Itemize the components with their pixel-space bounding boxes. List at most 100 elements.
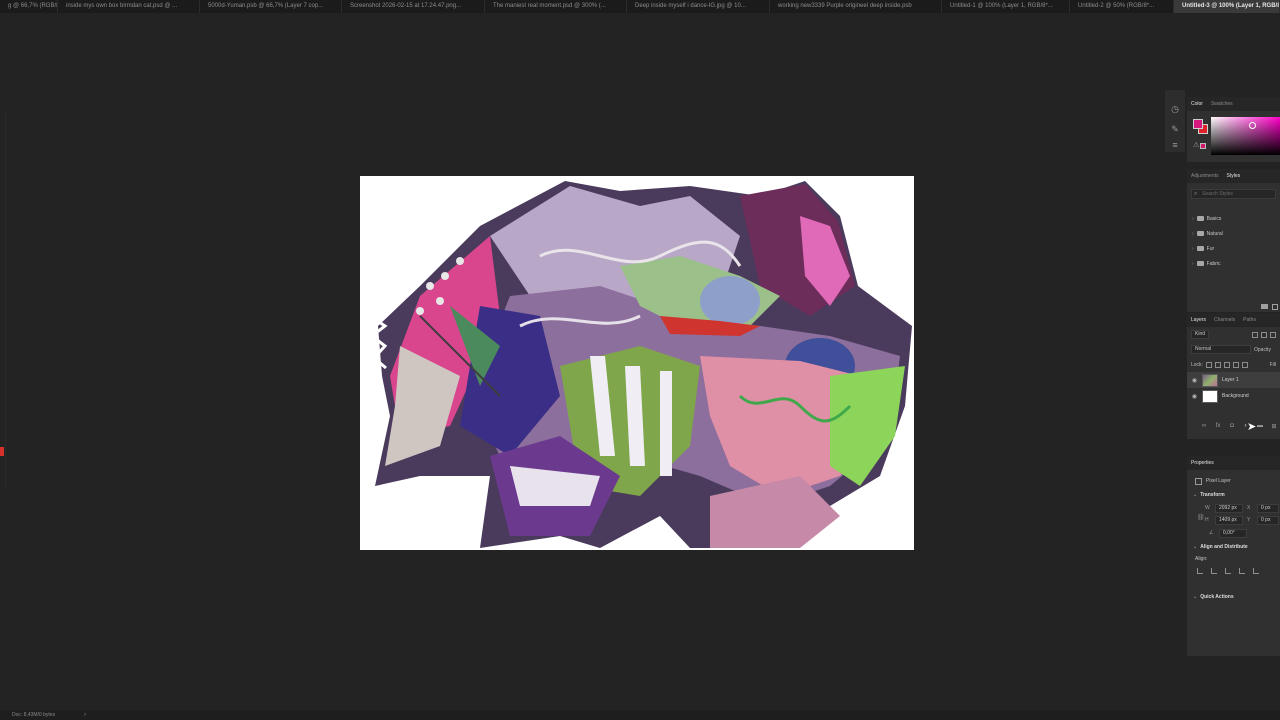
filter-adjustment-icon[interactable]: [1261, 331, 1267, 338]
styles-panel: Adjustments Styles ⌕ Search Styles › Bas…: [1187, 169, 1280, 312]
layer-thumbnail: [1202, 389, 1218, 403]
new-style-button[interactable]: [1272, 304, 1278, 310]
doc-tab[interactable]: working new3339 Purple origineel deep in…: [770, 0, 942, 13]
styles-search-input[interactable]: ⌕ Search Styles: [1191, 189, 1276, 199]
color-picker-handle[interactable]: [1249, 122, 1256, 129]
folder-label: Fur: [1206, 245, 1215, 252]
styles-panel-tabs: Adjustments Styles: [1187, 169, 1280, 183]
angle-field[interactable]: 0,00°: [1219, 528, 1247, 538]
doc-tab[interactable]: The maniest real moment.psd @ 300% (...: [485, 0, 627, 13]
chevron-right-icon[interactable]: ›: [1192, 216, 1194, 222]
tab-layers[interactable]: Layers: [1191, 317, 1206, 323]
angle-icon: ∠: [1209, 530, 1214, 536]
align-section-header[interactable]: ⌄ Align and Distribute: [1187, 540, 1280, 554]
y-label: Y: [1247, 517, 1251, 523]
align-right-icon[interactable]: [1225, 568, 1231, 574]
new-style-group-button[interactable]: [1261, 304, 1268, 309]
blend-mode-select[interactable]: Normal: [1191, 345, 1251, 354]
doc-tab[interactable]: Screenshot 2026-02-15 at 17.24.47.png...: [342, 0, 485, 13]
link-dimensions-icon[interactable]: ⛓: [1197, 514, 1205, 521]
folder-icon: [1196, 231, 1204, 236]
transform-section-header[interactable]: ⌄ Transform: [1187, 488, 1280, 502]
align-label-row: Align:: [1187, 554, 1280, 564]
folder-label: Natural: [1206, 230, 1223, 237]
status-menu-chevron-icon[interactable]: ›: [84, 710, 86, 720]
doc-tab-active[interactable]: Untitled-3 @ 100% (Layer 1, RGB/8: [1174, 0, 1280, 13]
style-folder-fur[interactable]: › Fur: [1187, 241, 1280, 256]
style-folder-natural[interactable]: › Natural: [1187, 226, 1280, 241]
doc-tab[interactable]: inside mys own box birmdan cat.psd @ ...: [58, 0, 200, 13]
lock-artboard-icon[interactable]: [1232, 361, 1239, 368]
foreground-color-swatch[interactable]: [1193, 119, 1203, 129]
doc-tab[interactable]: Untitled-2 @ 50% (RGB/8*...: [1070, 0, 1174, 13]
layer-filter-row: Kind: [1187, 327, 1280, 342]
align-left-icon[interactable]: [1197, 568, 1203, 574]
width-row: W 2092 px X 0 px: [1187, 502, 1280, 514]
align-buttons: [1187, 564, 1280, 578]
color-picker-field[interactable]: [1211, 117, 1280, 155]
tab-color[interactable]: Color: [1191, 101, 1203, 107]
lock-transparency-icon[interactable]: [1205, 361, 1212, 368]
doc-tab[interactable]: 5000d-Yuman.psb @ 66,7% (Layer 7 cop...: [200, 0, 342, 13]
align-center-icon[interactable]: [1211, 568, 1217, 574]
search-placeholder: Search Styles: [1202, 191, 1233, 197]
layer-name[interactable]: Layer 1: [1222, 377, 1239, 383]
x-label: X: [1247, 505, 1251, 511]
quick-actions-header[interactable]: ⌄ Quick Actions: [1187, 590, 1280, 604]
link-layers-icon[interactable]: ∞: [1200, 423, 1208, 433]
layer-row-layer-1[interactable]: ◉ Layer 1: [1187, 372, 1280, 388]
tab-adjustments[interactable]: Adjustments: [1191, 173, 1219, 179]
doc-tab[interactable]: Deep inside myself i dance-IG.jpg @ 10..…: [627, 0, 770, 13]
lock-all-icon[interactable]: [1241, 361, 1248, 368]
align-top-icon[interactable]: [1239, 568, 1245, 574]
mouse-cursor-icon: ➤: [1247, 421, 1257, 433]
x-field[interactable]: 0 px: [1257, 503, 1279, 513]
tab-styles[interactable]: Styles: [1227, 173, 1241, 179]
chevron-right-icon[interactable]: ›: [1192, 246, 1194, 252]
tab-properties[interactable]: Properties: [1191, 460, 1214, 466]
layers-panel: Layers Channels Paths Kind Normal Opacit…: [1187, 313, 1280, 439]
height-field[interactable]: 1409 px: [1215, 515, 1243, 525]
chevron-right-icon[interactable]: ›: [1192, 261, 1194, 267]
style-folder-basics[interactable]: › Basics: [1187, 211, 1280, 226]
layer-name[interactable]: Background: [1222, 393, 1249, 399]
new-group-icon[interactable]: ▬: [1256, 423, 1264, 433]
y-field[interactable]: 0 px: [1257, 515, 1279, 525]
tab-swatches[interactable]: Swatches: [1211, 101, 1233, 107]
filter-pixel-icon[interactable]: [1252, 331, 1258, 338]
history-icon[interactable]: ◷: [1170, 104, 1180, 114]
angle-row: ∠ 0,00°: [1187, 526, 1280, 540]
lock-position-icon[interactable]: [1223, 361, 1230, 368]
chevron-down-icon[interactable]: ⌄: [1193, 492, 1197, 498]
adjust-icon[interactable]: ≡: [1170, 140, 1180, 150]
doc-size-info[interactable]: Doc: 8,43M/0 bytes: [12, 712, 55, 718]
align-title: Align and Distribute: [1200, 544, 1248, 550]
filter-type-icon[interactable]: [1270, 331, 1276, 338]
properties-panel: Properties Pixel Layer ⌄ Transform W 209…: [1187, 456, 1280, 656]
style-folder-fabric[interactable]: › Fabric: [1187, 256, 1280, 271]
add-mask-icon[interactable]: ◘: [1228, 423, 1236, 433]
new-layer-icon[interactable]: ⊞: [1270, 423, 1278, 433]
layers-panel-tabs: Layers Channels Paths: [1187, 313, 1280, 327]
fx-icon[interactable]: fx: [1214, 423, 1222, 433]
lock-pixels-icon[interactable]: [1214, 361, 1221, 368]
doc-tab[interactable]: g @ 66,7% (RGB/8...: [0, 0, 58, 13]
layer-row-background[interactable]: ◉ Background: [1187, 388, 1280, 404]
chevron-down-icon[interactable]: ⌄: [1193, 594, 1197, 600]
gamut-color-swatch[interactable]: [1200, 143, 1206, 149]
tab-paths[interactable]: Paths: [1243, 317, 1256, 323]
brush-icon[interactable]: ✎: [1170, 124, 1180, 134]
status-bar: Doc: 8,43M/0 bytes ›: [0, 710, 1280, 720]
align-label: Align:: [1195, 556, 1208, 562]
align-middle-icon[interactable]: [1253, 568, 1259, 574]
document-canvas[interactable]: [360, 176, 914, 550]
layer-filter-kind-select[interactable]: Kind: [1191, 330, 1210, 339]
chevron-down-icon[interactable]: ⌄: [1193, 544, 1197, 550]
visibility-eye-icon[interactable]: ◉: [1191, 393, 1198, 400]
tab-channels[interactable]: Channels: [1214, 317, 1235, 323]
doc-tab[interactable]: Untitled-1 @ 100% (Layer 1, RGB/8*...: [942, 0, 1070, 13]
w-label: W: [1205, 505, 1210, 511]
visibility-eye-icon[interactable]: ◉: [1191, 377, 1198, 384]
chevron-right-icon[interactable]: ›: [1192, 231, 1194, 237]
width-field[interactable]: 2092 px: [1215, 503, 1243, 513]
